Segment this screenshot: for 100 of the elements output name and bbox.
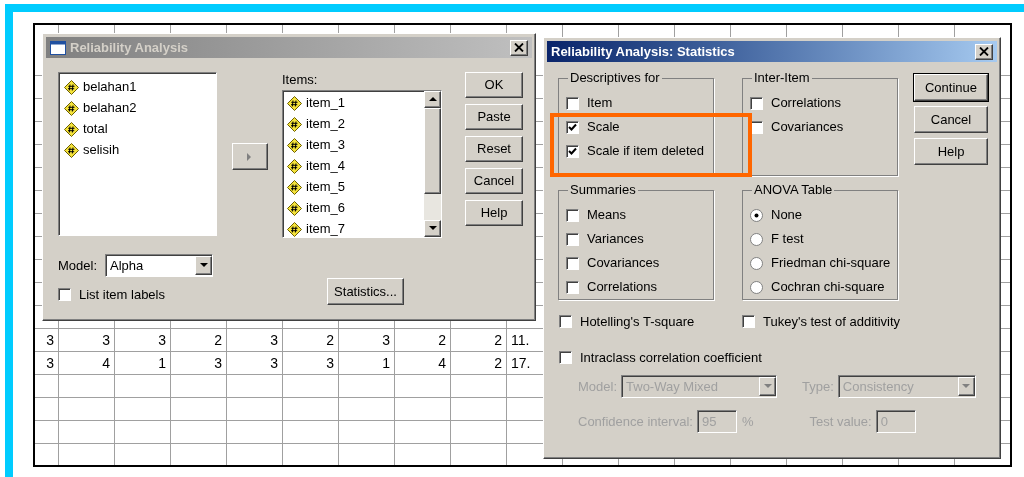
grid-cell-value: 3 [46, 330, 54, 350]
variable-item[interactable]: belahan1 [64, 78, 216, 96]
checkbox-label: Covariances [771, 119, 844, 135]
group-title: Descriptives for [569, 70, 661, 86]
model-dropdown[interactable]: Alpha [105, 254, 214, 277]
dialog-button[interactable]: OK [465, 72, 523, 98]
item-entry[interactable]: item_6 [287, 199, 424, 217]
grid-cell-value: 3 [102, 330, 110, 350]
checkbox[interactable] [566, 96, 579, 110]
item-entry[interactable]: item_7 [287, 220, 424, 237]
hash-diamond-icon [287, 158, 302, 174]
checkmark-icon [568, 122, 577, 132]
hash-diamond-icon [287, 221, 302, 237]
dialog-button[interactable]: Help [914, 138, 988, 165]
grid-cell-value: 2 [494, 330, 502, 350]
radio-button[interactable] [750, 232, 763, 246]
checkbox-label: Covariances [587, 255, 660, 271]
checkbox[interactable] [742, 315, 755, 329]
checkbox-label: Hotelling's T-square [580, 313, 695, 331]
hash-diamond-icon [287, 179, 302, 195]
move-button[interactable] [231, 143, 268, 170]
window-title: Reliability Analysis: Statistics [551, 42, 735, 61]
grid-cell-value: 4 [438, 353, 446, 373]
dialog-button[interactable]: Continue [914, 74, 988, 101]
checkbox[interactable] [566, 256, 579, 270]
scrollbar[interactable] [424, 91, 441, 237]
checkbox[interactable] [566, 232, 579, 246]
window-icon [50, 40, 66, 55]
grid-cell-value: 3 [46, 353, 54, 373]
hash-diamond-icon [64, 79, 79, 95]
grid-cell-value: 2 [214, 330, 222, 350]
grid-cell-value: 1 [382, 353, 390, 373]
radio-label: None [771, 207, 803, 223]
checkbox-label: List item labels [79, 286, 165, 304]
checkbox-label: Item [587, 95, 613, 111]
item-entry[interactable]: item_2 [287, 115, 424, 133]
checkbox-label: Scale [587, 119, 620, 135]
radio-button[interactable] [750, 256, 763, 270]
hash-diamond-icon [64, 142, 79, 158]
grid-cell-value: 3 [382, 330, 390, 350]
checkbox[interactable] [559, 350, 572, 364]
grid-cell-value: 17. [511, 353, 531, 373]
grid-cell-value: 3 [214, 353, 222, 373]
checkbox[interactable] [566, 208, 579, 222]
group-title: Summaries [569, 182, 637, 198]
group-title: ANOVA Table [753, 182, 834, 198]
grid-cell-value: 2 [438, 330, 446, 350]
window-title: Reliability Analysis [70, 38, 188, 57]
checkbox[interactable] [566, 280, 579, 294]
close-icon [514, 43, 524, 52]
variable-item[interactable]: total [64, 120, 216, 138]
checkbox-label: Scale if item deleted [587, 143, 705, 159]
radio-label: Friedman chi-square [771, 255, 891, 271]
dialog-button[interactable]: Reset [465, 136, 523, 162]
variable-item[interactable]: belahan2 [64, 99, 216, 117]
group-title: Inter-Item [753, 70, 811, 86]
dialog-button[interactable]: Cancel [914, 106, 988, 133]
percent-label: % [741, 412, 754, 431]
close-button[interactable] [510, 39, 528, 56]
checkbox-label: Intraclass correlation coefficient [580, 348, 762, 367]
checkbox-label: Variances [587, 231, 644, 247]
hash-diamond-icon [64, 121, 79, 137]
checkmark-icon [568, 146, 577, 156]
hash-diamond-icon [64, 100, 79, 116]
hash-diamond-icon [287, 95, 302, 111]
radio-button[interactable] [750, 280, 763, 294]
checkbox[interactable] [58, 288, 71, 302]
checkbox[interactable] [566, 120, 579, 134]
close-icon [979, 47, 989, 56]
radio-button[interactable] [750, 208, 763, 222]
checkbox-label: Means [587, 207, 627, 223]
grid-cell-value: 1 [158, 353, 166, 373]
statistics-button[interactable]: Statistics... [327, 278, 405, 305]
grid-cell-value: 11. [511, 330, 530, 350]
item-entry[interactable]: item_1 [287, 94, 424, 112]
grid-cell-value: 3 [326, 353, 334, 373]
item-entry[interactable]: item_4 [287, 157, 424, 175]
variable-item[interactable]: selisih [64, 141, 216, 159]
hash-diamond-icon [287, 200, 302, 216]
grid-cell-value: 2 [326, 330, 334, 350]
dialog-button[interactable]: Cancel [465, 168, 523, 194]
dialog-button[interactable]: Paste [465, 104, 523, 130]
grid-cell-value: 3 [158, 330, 166, 350]
close-button[interactable] [975, 43, 993, 60]
grid-cell-value: 3 [270, 330, 278, 350]
radio-label: Cochran chi-square [771, 279, 885, 295]
radio-label: F test [771, 231, 804, 247]
hash-diamond-icon [287, 137, 302, 153]
item-entry[interactable]: item_5 [287, 178, 424, 196]
grid-cell-value: 4 [102, 353, 110, 373]
checkbox-label: Tukey's test of additivity [763, 313, 901, 331]
checkbox[interactable] [566, 144, 579, 158]
grid-cell-value: 3 [270, 353, 278, 373]
dialog-button[interactable]: Help [465, 200, 523, 226]
checkbox[interactable] [559, 315, 572, 329]
hash-diamond-icon [287, 116, 302, 132]
item-entry[interactable]: item_3 [287, 136, 424, 154]
checkbox-label: Correlations [771, 95, 842, 111]
model-label: Model: [58, 256, 98, 275]
checkbox[interactable] [750, 96, 763, 110]
